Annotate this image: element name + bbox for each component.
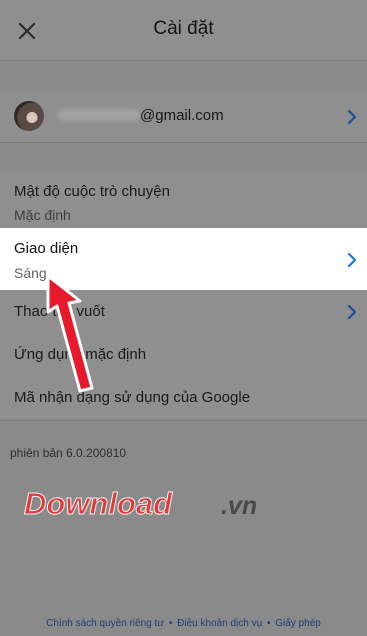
section-gap [0, 61, 367, 92]
footer-links: Chính sách quyền riêng tư • Điều khoản d… [0, 618, 367, 629]
row-label: Mã nhận dạng sử dụng của Google [14, 389, 251, 406]
account-email: @gmail.com [140, 107, 224, 124]
row-label: Mật độ cuộc trò chuyện [14, 183, 170, 200]
chevron-right-icon [347, 109, 357, 125]
account-row[interactable]: @gmail.com [0, 92, 367, 142]
terms-link[interactable]: Điều khoản dịch vụ [177, 618, 262, 629]
top-bar: Cài đặt [0, 0, 367, 60]
row-label: Giao diện [14, 240, 79, 257]
footer-separator: • [168, 618, 173, 629]
watermark-text: Download [24, 486, 173, 521]
license-link[interactable]: Giấy phép [275, 618, 321, 629]
chevron-right-icon [347, 252, 357, 268]
swipe-actions-row[interactable]: Thao tác vuốt [0, 290, 367, 333]
default-apps-row[interactable]: Ứng dụng mặc định [0, 333, 367, 376]
watermark-logo: Download .vn [24, 486, 257, 522]
privacy-link[interactable]: Chính sách quyền riêng tư [46, 618, 164, 629]
section-gap [0, 143, 367, 173]
chevron-right-icon [347, 304, 357, 320]
version-text: phiên bản 6.0.200810 [10, 446, 127, 460]
row-value: Mặc định [14, 207, 71, 223]
row-value: Sáng [14, 265, 47, 281]
google-usage-id-row[interactable]: Mã nhận dạng sử dụng của Google [0, 376, 367, 419]
row-label: Ứng dụng mặc định [14, 346, 147, 363]
page-title: Cài đặt [153, 18, 214, 39]
watermark-domain: .vn [221, 492, 257, 520]
avatar [14, 101, 44, 131]
theme-row[interactable]: Giao diện Sáng [0, 228, 367, 290]
email-username-blurred [58, 109, 140, 121]
footer-separator: • [266, 618, 271, 629]
conversation-density-row[interactable]: Mật độ cuộc trò chuyện Mặc định [0, 173, 367, 228]
row-label: Thao tác vuốt [14, 303, 105, 320]
divider [0, 420, 367, 421]
